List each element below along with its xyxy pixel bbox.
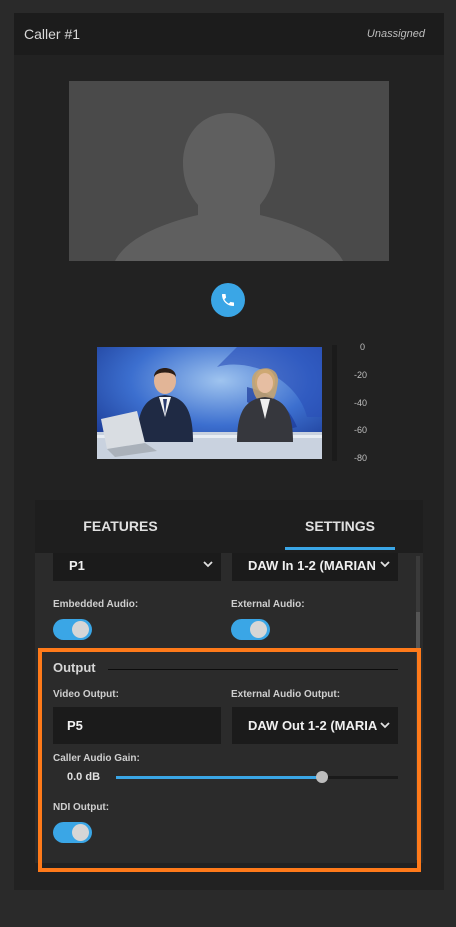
tab-bar: FEATURES SETTINGS: [35, 500, 423, 553]
chevron-down-icon: [203, 553, 213, 581]
external-audio-toggle[interactable]: [231, 619, 270, 640]
meter-label-60: -60: [354, 425, 368, 435]
video-output-field[interactable]: P5: [53, 707, 221, 744]
chevron-down-icon: [380, 707, 390, 744]
output-section-title: Output: [53, 660, 96, 675]
toggle-knob: [72, 621, 89, 638]
output-section-divider: [108, 669, 398, 670]
caller-header: Caller #1 Unassigned: [14, 13, 444, 55]
user-silhouette-icon: [115, 113, 343, 261]
phone-icon: [222, 294, 234, 306]
toggle-knob: [72, 824, 89, 841]
audio-level-meter: [332, 345, 337, 461]
slider-thumb[interactable]: [315, 771, 328, 783]
settings-panel: P1 DAW In 1-2 (MARIAN Embedded Audio: Ex…: [35, 553, 423, 863]
caller-avatar-placeholder: [69, 81, 389, 261]
caller-video-preview: [97, 347, 322, 459]
audio-input-select[interactable]: DAW In 1-2 (MARIAN: [232, 553, 398, 581]
meter-label-40: -40: [354, 398, 368, 408]
tab-settings[interactable]: SETTINGS: [285, 500, 395, 553]
settings-scrollbar[interactable]: [416, 556, 420, 860]
meter-label-0: 0: [360, 342, 366, 352]
ndi-output-toggle[interactable]: [53, 822, 92, 843]
external-audio-label: External Audio:: [231, 599, 305, 610]
caller-title: Caller #1: [24, 26, 81, 42]
input-source-select[interactable]: P1: [53, 553, 221, 581]
meter-label-20: -20: [354, 370, 368, 380]
caller-audio-gain-slider[interactable]: [116, 771, 398, 783]
ndi-output-label: NDI Output:: [53, 802, 110, 813]
scrollbar-thumb[interactable]: [416, 612, 420, 652]
embedded-audio-label: Embedded Audio:: [53, 599, 139, 610]
external-audio-output-select[interactable]: DAW Out 1-2 (MARIA: [232, 707, 398, 744]
caller-audio-gain-value: 0.0 dB: [67, 771, 101, 783]
embedded-audio-toggle[interactable]: [53, 619, 92, 640]
news-anchors-image: [97, 347, 322, 459]
external-audio-output-value: DAW Out 1-2 (MARIA: [248, 718, 378, 733]
chevron-down-icon: [380, 553, 390, 581]
toggle-knob: [250, 621, 267, 638]
tab-features[interactable]: FEATURES: [35, 500, 206, 553]
caller-audio-gain-label: Caller Audio Gain:: [53, 753, 140, 764]
slider-fill: [116, 776, 322, 779]
external-audio-output-label: External Audio Output:: [231, 689, 341, 700]
call-button[interactable]: [211, 283, 245, 317]
meter-label-80: -80: [354, 453, 368, 463]
assignment-status: Unassigned: [366, 28, 425, 40]
input-source-value: P1: [69, 558, 85, 573]
video-output-label: Video Output:: [53, 689, 119, 700]
audio-input-value: DAW In 1-2 (MARIAN: [248, 558, 376, 573]
